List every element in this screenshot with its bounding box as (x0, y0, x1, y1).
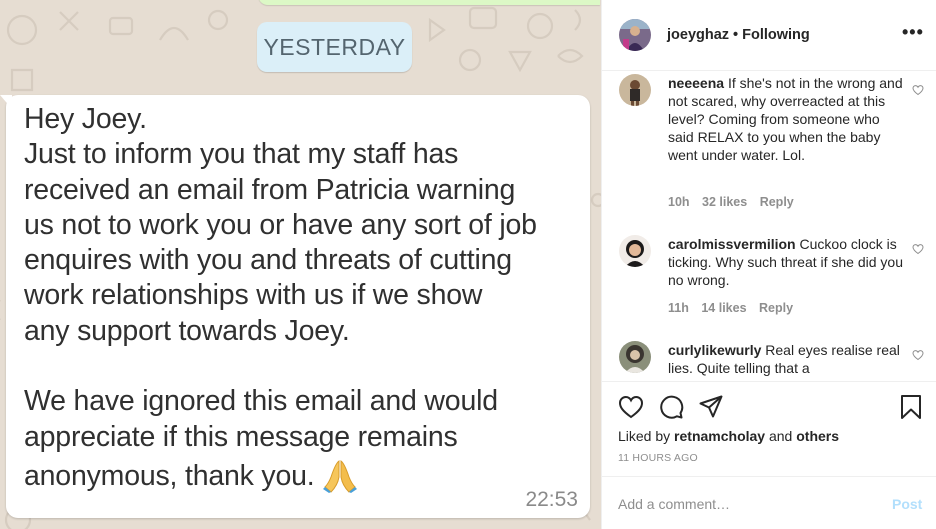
liked-by-and: and (765, 428, 797, 444)
comment-age: 11h (668, 301, 689, 315)
message-line: enquires with you and threats of cutting (24, 244, 512, 277)
message-line: We have ignored this email and would (24, 385, 498, 418)
previous-message-bubble (258, 0, 600, 5)
message-line-last: anonymous, thank you. (24, 455, 584, 494)
message-bubble[interactable]: Hey Joey. Just to inform you that my sta… (0, 95, 590, 518)
add-comment-bar: Post (602, 476, 936, 529)
share-send-icon[interactable] (698, 394, 724, 420)
comment-reply-button[interactable]: Reply (759, 301, 793, 315)
author-avatar[interactable] (619, 19, 651, 51)
comments-list[interactable]: neeeena If she's not in the wrong and no… (602, 72, 936, 380)
comment-text: neeeena If she's not in the wrong and no… (668, 74, 904, 164)
author-username[interactable]: joeyghaz (667, 27, 729, 43)
comment-meta: 11h 14 likes Reply (668, 301, 802, 315)
like-comment-heart-icon[interactable] (912, 349, 924, 361)
message-line: received an email from Patricia warning (24, 173, 516, 206)
comment-likes[interactable]: 32 likes (702, 195, 747, 209)
message-line: any support towards Joey. (24, 314, 350, 347)
comment-reply-button[interactable]: Reply (760, 195, 794, 209)
liked-by-others[interactable]: others (796, 428, 839, 444)
liked-by-prefix: Liked by (618, 428, 675, 444)
message-line: Hey Joey. (24, 103, 147, 135)
date-separator: YESTERDAY (257, 22, 412, 72)
message-line-text: anonymous, thank you. (24, 459, 315, 492)
message-time: 22:53 (525, 488, 578, 511)
message-line: Just to inform you that my staff has (24, 138, 459, 171)
avatar-image (619, 235, 651, 267)
comment-text: carolmissvermilion Cuckoo clock is ticki… (668, 235, 904, 289)
save-bookmark-icon[interactable] (898, 394, 924, 420)
commenter-avatar[interactable] (619, 235, 651, 267)
folded-hands-icon (322, 460, 357, 493)
message-text: Hey Joey. Just to inform you that my sta… (24, 102, 584, 494)
comment-username[interactable]: curlylikewurly (668, 342, 761, 358)
chat-screenshot: YESTERDAY Hey Joey. Just to inform you t… (0, 0, 601, 529)
comment-age: 10h (668, 195, 690, 209)
post-timestamp[interactable]: 11 HOURS AGO (618, 452, 698, 464)
like-heart-icon[interactable] (618, 394, 644, 420)
post-header: joeyghaz • Following ••• (602, 0, 936, 71)
comment-username[interactable]: neeeena (668, 75, 724, 91)
following-status[interactable]: • Following (733, 27, 810, 43)
comment-likes[interactable]: 14 likes (701, 301, 746, 315)
liked-by-user[interactable]: retnamcholay (674, 428, 765, 444)
commenter-avatar[interactable] (619, 341, 651, 373)
like-comment-heart-icon[interactable] (912, 84, 924, 96)
avatar-image (619, 341, 651, 373)
bubble-tail (0, 95, 12, 109)
post-comment-button[interactable]: Post (892, 496, 922, 512)
avatar-image (619, 74, 651, 106)
commenter-avatar[interactable] (619, 74, 651, 106)
message-line: us not to work you or have any sort of j… (24, 208, 537, 241)
instagram-post-panel: joeyghaz • Following ••• neeeena If she'… (601, 0, 936, 529)
comment-text: curlylikewurly Real eyes realise real li… (668, 341, 904, 377)
add-comment-input[interactable] (618, 493, 868, 515)
more-options-icon[interactable]: ••• (902, 22, 924, 43)
comment-username[interactable]: carolmissvermilion (668, 236, 796, 252)
comment-bubble-icon[interactable] (658, 394, 684, 420)
liked-by-summary: Liked by retnamcholay and others (618, 428, 839, 444)
like-comment-heart-icon[interactable] (912, 243, 924, 255)
post-actions: Liked by retnamcholay and others 11 HOUR… (602, 381, 936, 475)
message-line: work relationships with us if we show (24, 279, 483, 312)
message-line: appreciate if this message remains (24, 420, 458, 453)
comment-meta: 10h 32 likes Reply (668, 195, 803, 209)
avatar-image (619, 19, 651, 51)
